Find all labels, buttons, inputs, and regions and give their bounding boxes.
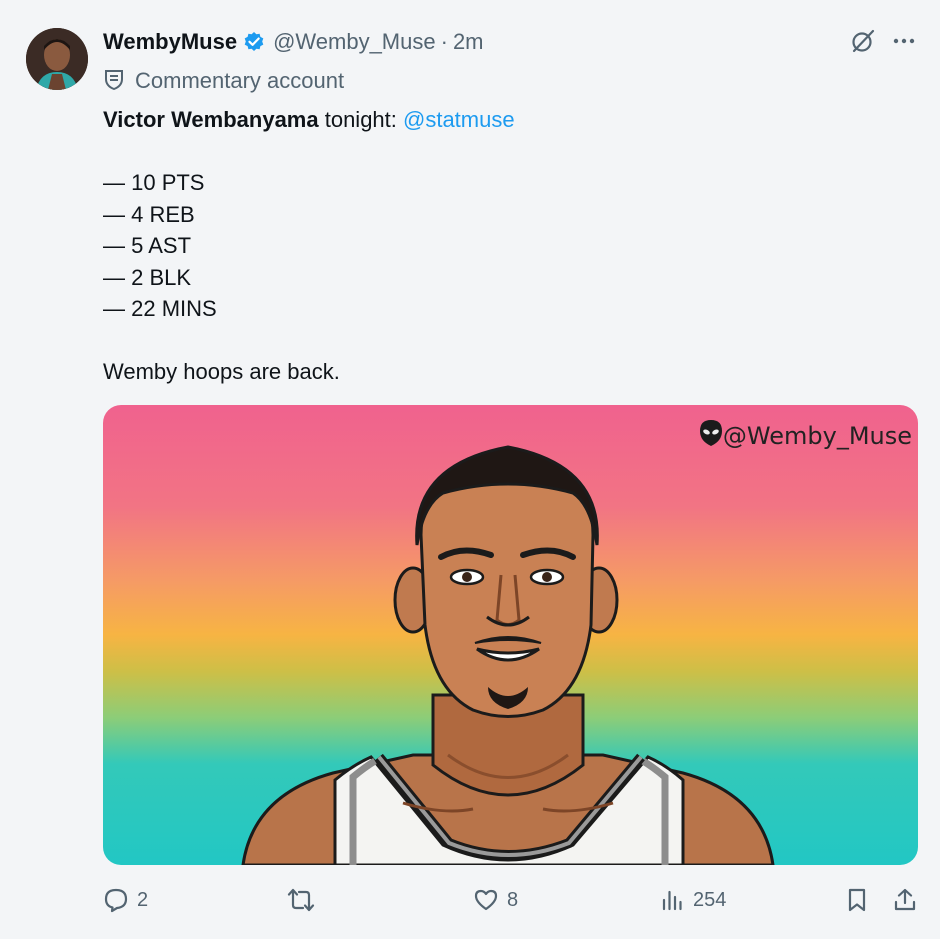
stat-line: — 5 AST (103, 233, 192, 258)
reply-button[interactable]: 2 (103, 882, 148, 918)
bold-name: Victor Wembanyama (103, 107, 319, 132)
tweet-first-line: Victor Wembanyama tonight: @statmuse (103, 104, 883, 136)
tweet-header: WembyMuse @Wemby_Muse · 2m (103, 27, 484, 57)
avatar[interactable] (26, 28, 88, 90)
share-icon (892, 887, 918, 913)
views-button[interactable]: 254 (659, 882, 726, 918)
stat-line: — 2 BLK (103, 264, 192, 290)
like-button[interactable]: 8 (473, 882, 518, 918)
retweet-button[interactable] (286, 882, 324, 918)
reply-count: 2 (137, 888, 149, 911)
verified-badge-icon (243, 31, 265, 53)
watermark: @Wemby_Muse (699, 419, 912, 453)
closing-line: Wemby hoops are back. (103, 359, 340, 384)
like-count: 8 (507, 888, 519, 911)
alien-icon (699, 419, 723, 453)
handle[interactable]: @Wemby_Muse (273, 29, 436, 55)
bookmark-icon (845, 887, 869, 913)
views-icon (659, 887, 685, 913)
tweet[interactable]: WembyMuse @Wemby_Muse · 2m Commentary ac… (0, 0, 940, 939)
more-icon[interactable] (892, 29, 916, 53)
top-actions (850, 28, 916, 54)
body-text-segment: tonight: (318, 107, 403, 132)
stat-line: — 4 REB (103, 201, 195, 227)
watermark-text: @Wemby_Muse (722, 422, 912, 450)
action-bar: 2 8 254 (103, 882, 918, 918)
display-name[interactable]: WembyMuse (103, 29, 237, 55)
commentary-label-icon (103, 68, 125, 95)
stat-line: — 22 MINS (103, 296, 217, 321)
stat-line: — 10 PTS (103, 170, 205, 195)
separator: · (440, 29, 448, 54)
share-button[interactable] (892, 882, 918, 918)
retweet-icon (286, 887, 316, 913)
mention-link[interactable]: @statmuse (403, 107, 515, 132)
reply-icon (103, 887, 129, 913)
media-image[interactable]: @Wemby_Muse (103, 405, 918, 865)
views-count: 254 (693, 888, 727, 911)
commentary-label-text: Commentary account (135, 68, 345, 93)
timestamp[interactable]: 2m (453, 29, 484, 55)
player-illustration (241, 445, 775, 865)
like-icon (473, 887, 499, 913)
commentary-label[interactable]: Commentary account (103, 66, 344, 96)
tweet-body: Victor Wembanyama tonight: @statmuse — 1… (103, 104, 883, 388)
grok-icon[interactable] (850, 28, 876, 54)
bookmark-button[interactable] (845, 882, 869, 918)
